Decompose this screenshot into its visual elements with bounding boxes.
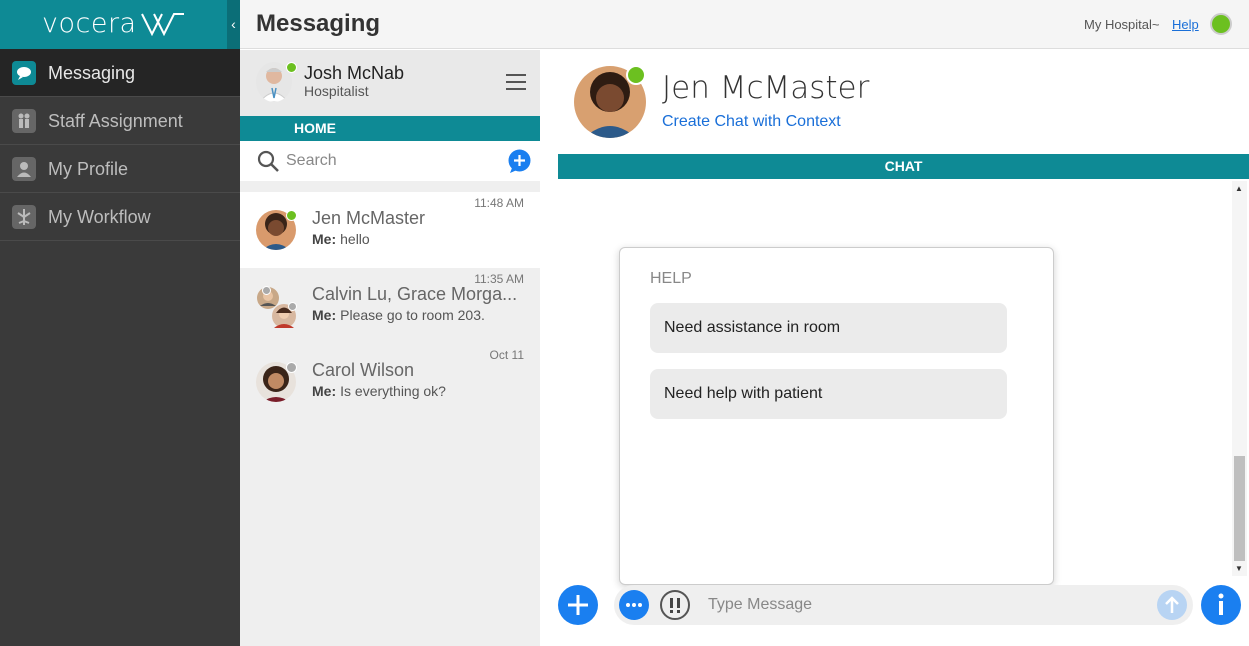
conversation-item[interactable]: 11:48 AM Jen McMaster Me: hello [240, 192, 540, 268]
presence-status-icon[interactable] [1210, 13, 1232, 35]
workflow-icon [12, 205, 36, 229]
vocera-logo-mark-icon [140, 12, 186, 36]
info-icon [1218, 593, 1224, 615]
nav-label: Staff Assignment [48, 111, 183, 131]
conversation-preview: Me: hello [312, 231, 370, 247]
scroll-thumb[interactable] [1234, 456, 1245, 561]
plus-icon [568, 595, 588, 615]
user-name: Josh McNab [304, 63, 405, 83]
chat-tab: CHAT [558, 154, 1249, 179]
scroll-up-icon[interactable]: ▲ [1235, 184, 1243, 193]
urgent-icon [670, 598, 680, 613]
add-attachment-button[interactable] [558, 585, 598, 625]
sender-label: Me: [312, 231, 337, 247]
chat-area: Jen McMaster Create Chat with Context CH… [540, 50, 1249, 646]
search-icon [256, 149, 280, 173]
user-role: Hospitalist [304, 83, 369, 99]
preview-text: Is everything ok? [340, 383, 446, 399]
preview-text: Please go to room 203. [340, 307, 485, 323]
info-button[interactable] [1201, 585, 1241, 625]
message-composer [614, 585, 1193, 625]
send-button[interactable] [1157, 590, 1187, 620]
top-header: Messaging My Hospital~ Help [240, 0, 1249, 49]
quick-responses-button[interactable] [619, 590, 649, 620]
page-title: Messaging [256, 10, 381, 37]
hamburger-menu-icon[interactable] [506, 74, 526, 90]
conversation-name: Jen McMaster [312, 208, 426, 228]
nav-item-my-workflow[interactable]: My Workflow [0, 193, 240, 241]
offline-status-icon [262, 286, 271, 295]
new-chat-icon[interactable] [507, 149, 532, 174]
nav-label: My Profile [48, 159, 129, 179]
chat-bubble-icon [12, 61, 36, 85]
nav-label: My Workflow [48, 207, 151, 227]
ellipsis-icon [626, 603, 642, 607]
conversation-name: Calvin Lu, Grace Morga... [312, 284, 518, 304]
conversation-panel: Josh McNab Hospitalist HOME 11:48 AM Jen… [240, 50, 540, 646]
nav-item-my-profile[interactable]: My Profile [0, 145, 240, 193]
urgent-button[interactable] [660, 590, 690, 620]
scroll-down-icon[interactable]: ▼ [1235, 564, 1243, 573]
online-status-icon [286, 210, 297, 221]
contact-name: Jen McMaster [662, 70, 870, 106]
chat-scrollbar[interactable]: ▲ ▼ [1232, 181, 1247, 576]
home-tab[interactable]: HOME [240, 116, 540, 141]
people-icon [12, 109, 36, 133]
conversation-item[interactable]: 11:35 AM Calvin Lu, Grace Morga... Me: Pl… [240, 268, 540, 344]
send-arrow-icon [1165, 596, 1179, 613]
help-option-patient[interactable]: Need help with patient [650, 369, 1007, 419]
search-input[interactable] [286, 149, 496, 173]
help-option-assistance[interactable]: Need assistance in room [650, 303, 1007, 353]
preview-text: hello [340, 231, 370, 247]
nav-label: Messaging [48, 63, 136, 83]
conversation-preview: Me: Is everything ok? [312, 383, 446, 399]
nav-item-staff-assignment[interactable]: Staff Assignment [0, 97, 240, 145]
nav-item-messaging[interactable]: Messaging [0, 49, 240, 97]
create-chat-with-context-link[interactable]: Create Chat with Context [662, 113, 841, 131]
offline-status-icon [288, 302, 297, 311]
left-navigation: vocera ‹ Messaging Staff Assignment My P… [0, 0, 240, 646]
sender-label: Me: [312, 307, 337, 323]
conversation-name: Carol Wilson [312, 360, 415, 380]
collapse-sidebar-button[interactable]: ‹ [227, 0, 240, 49]
conversation-preview: Me: Please go to room 203. [312, 307, 485, 323]
online-status-icon [286, 62, 297, 73]
offline-status-icon [286, 362, 297, 373]
vocera-logo: vocera [42, 8, 137, 39]
hospital-selector[interactable]: My Hospital~ [1084, 17, 1160, 32]
help-popup-title: HELP [650, 270, 692, 287]
search-bar [240, 141, 540, 181]
conversation-item[interactable]: Oct 11 Carol Wilson Me: Is everything ok? [240, 344, 540, 420]
message-input[interactable] [708, 593, 1148, 617]
logo-bar: vocera ‹ [0, 0, 240, 49]
current-user-header: Josh McNab Hospitalist [240, 50, 540, 116]
online-status-icon [626, 65, 646, 85]
sender-label: Me: [312, 383, 337, 399]
help-popup: HELP Need assistance in room Need help w… [619, 247, 1054, 585]
person-icon [12, 157, 36, 181]
help-link[interactable]: Help [1172, 17, 1199, 32]
